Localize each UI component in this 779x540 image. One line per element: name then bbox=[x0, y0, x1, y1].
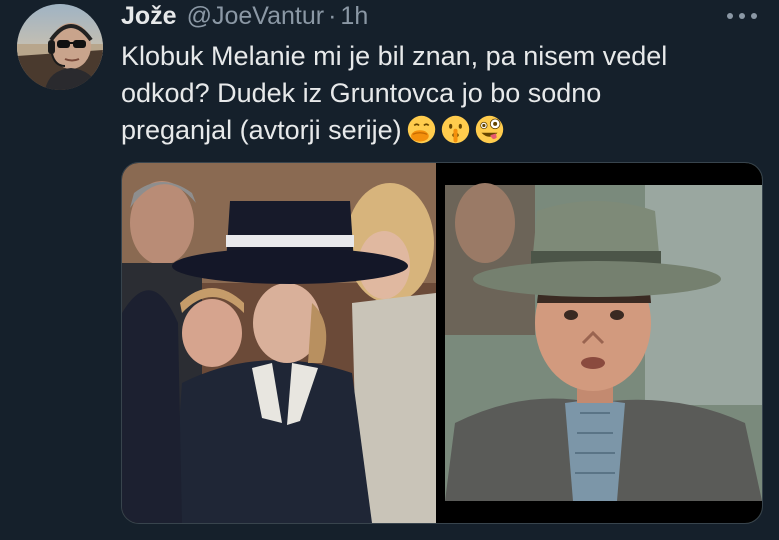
face-with-hand-over-mouth-icon bbox=[407, 115, 435, 144]
shushing-face-icon bbox=[441, 115, 469, 144]
woman-wide-brim-hat-photo bbox=[122, 163, 436, 523]
author-handle[interactable]: @JoeVantur bbox=[187, 2, 325, 31]
zany-face-icon bbox=[475, 115, 503, 144]
man-fedora-hat-photo bbox=[445, 163, 762, 523]
avatar-image bbox=[17, 4, 103, 90]
more-options-button[interactable] bbox=[722, 8, 762, 24]
media-photo-left[interactable] bbox=[122, 163, 436, 523]
tweet-header: Jože @JoeVantur · 1h bbox=[121, 0, 368, 32]
more-dots-icon bbox=[727, 13, 757, 19]
tweet[interactable]: Jože @JoeVantur · 1h Klobuk Melanie mi j… bbox=[0, 0, 779, 540]
timestamp[interactable]: 1h bbox=[340, 2, 368, 31]
separator-dot: · bbox=[328, 1, 337, 30]
media-photo-right[interactable] bbox=[445, 163, 762, 523]
tweet-text: Klobuk Melanie mi je bil znan, pa nisem … bbox=[121, 38, 761, 149]
tweet-text-line-last: preganjal (avtorji serije) bbox=[121, 112, 761, 149]
tweet-text-line-content: preganjal (avtorji serije) bbox=[121, 115, 402, 145]
tweet-media[interactable] bbox=[121, 162, 763, 524]
author-name[interactable]: Jože bbox=[121, 2, 177, 31]
tweet-text-line: Klobuk Melanie mi je bil znan, pa nisem … bbox=[121, 41, 668, 71]
avatar[interactable] bbox=[17, 4, 103, 90]
tweet-text-line: odkod? Dudek iz Gruntovca jo bo sodno bbox=[121, 78, 602, 108]
